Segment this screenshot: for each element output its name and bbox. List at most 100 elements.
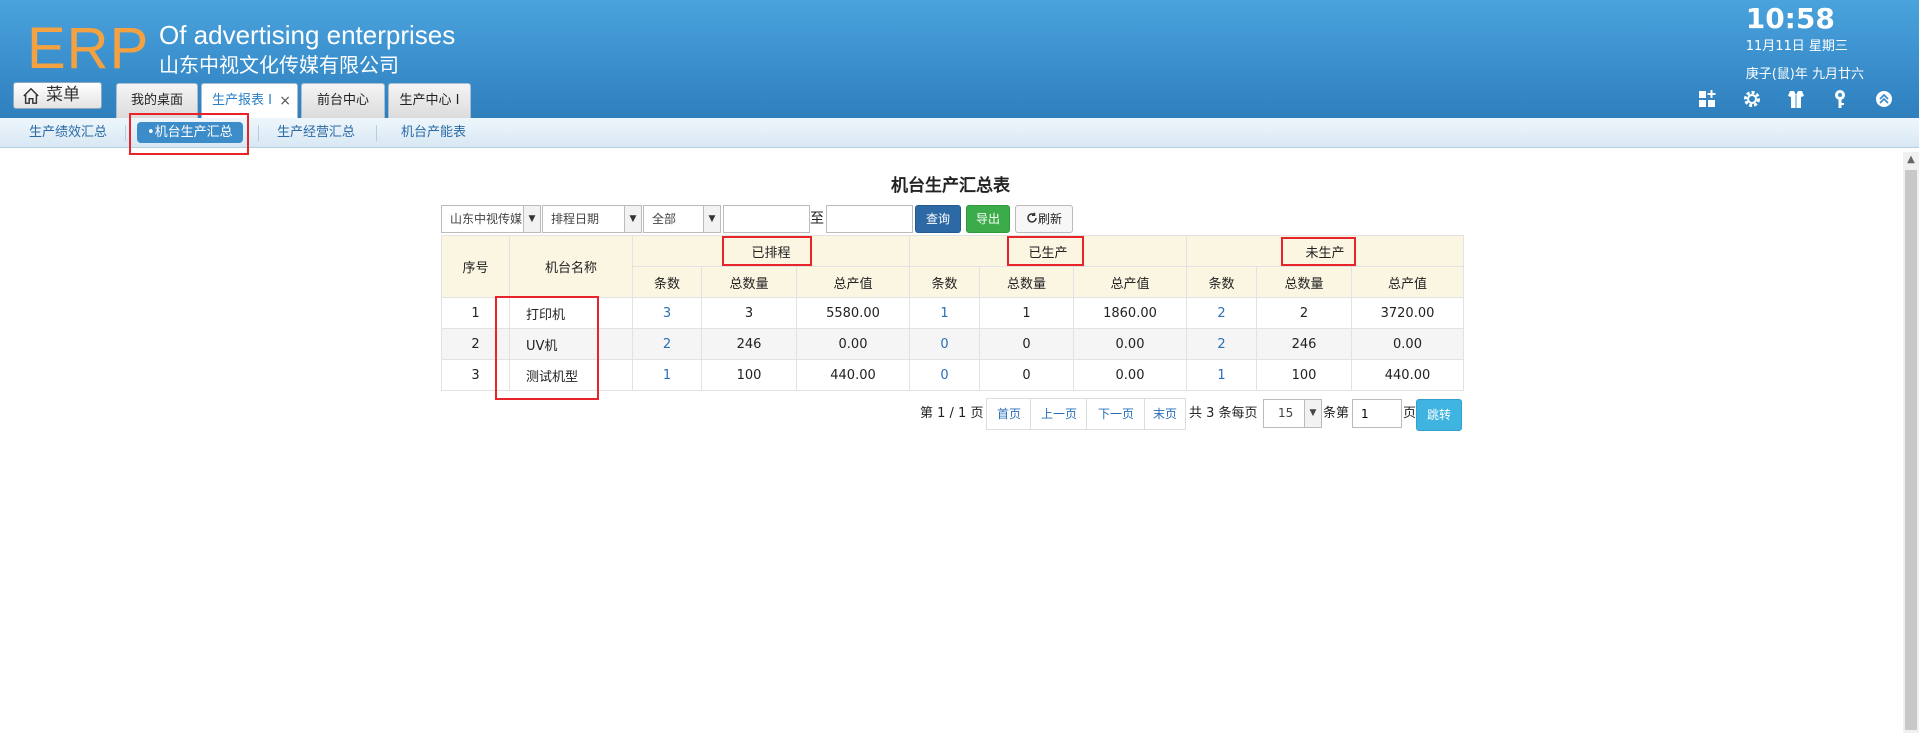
clock: 10:58 11月11日 星期三 庚子(鼠)年 九月廿六 (1746, 2, 1864, 86)
cell-scheduled-count-link[interactable]: 3 (632, 297, 702, 329)
cell-unproduced-count-link[interactable]: 1 (1186, 359, 1257, 391)
app-header: ERP Of advertising enterprises 山东中视文化传媒有… (0, 0, 1919, 118)
cell-produced-value: 1860.00 (1073, 297, 1187, 329)
clock-lunar-date: 庚子(鼠)年 九月廿六 (1745, 67, 1864, 82)
tab-label: 前台中心 (316, 93, 369, 108)
group-header-produced: 已生产 (909, 235, 1187, 267)
cell-produced-count-link[interactable]: 0 (909, 328, 980, 360)
tab-production-center[interactable]: 生产中心 I (388, 83, 471, 118)
subnav-machine-production-summary[interactable]: •机台生产汇总 (137, 122, 243, 143)
home-icon (23, 87, 39, 104)
first-page-button[interactable]: 首页 (986, 398, 1032, 430)
cell-unproduced-count-link[interactable]: 2 (1186, 328, 1257, 360)
col-header-value: 总产值 (1351, 266, 1464, 298)
cell-scheduled-value: 440.00 (796, 359, 910, 391)
cell-machine-name: 打印机 (509, 297, 633, 329)
vertical-scrollbar[interactable]: ▲ (1903, 152, 1919, 733)
company-select[interactable]: 山东中视传媒 ▼ (441, 205, 541, 233)
cell-unproduced-quantity: 100 (1256, 359, 1352, 391)
cell-produced-quantity: 0 (979, 359, 1074, 391)
date-type-select[interactable]: 排程日期 ▼ (542, 205, 642, 233)
col-header-quantity: 总数量 (1256, 266, 1352, 298)
page-size-value: 15 (1278, 406, 1294, 420)
clock-time: 10:58 (1745, 2, 1835, 35)
close-icon[interactable]: × (279, 84, 291, 118)
cell-unproduced-value: 0.00 (1351, 328, 1464, 360)
cell-produced-count-link[interactable]: 1 (909, 297, 980, 329)
key-icon[interactable] (1829, 88, 1851, 110)
chevron-down-icon: ▼ (523, 206, 540, 232)
sub-navigation: 生产绩效汇总 •机台生产汇总 生产经营汇总 机台产能表 (0, 118, 1919, 148)
tab-label: 我的桌面 (130, 93, 183, 108)
cell-unproduced-value: 3720.00 (1351, 297, 1464, 329)
table-row: 2 UV机 2 246 0.00 0 0 0.00 2 246 0.00 (441, 328, 1464, 360)
cell-scheduled-value: 0.00 (796, 328, 910, 360)
refresh-button[interactable]: 刷新 (1015, 205, 1073, 233)
date-type-value: 排程日期 (551, 212, 600, 226)
cell-produced-count-link[interactable]: 0 (909, 359, 980, 391)
divider (258, 125, 259, 141)
cell-unproduced-value: 440.00 (1351, 359, 1464, 391)
divider (125, 125, 126, 141)
end-date-input[interactable] (826, 205, 913, 233)
subnav-production-performance[interactable]: 生产绩效汇总 (19, 122, 117, 143)
page-number-input[interactable] (1352, 399, 1402, 428)
export-button[interactable]: 导出 (966, 205, 1010, 233)
erp-logo: ERP (27, 16, 150, 81)
subnav-production-operation-summary[interactable]: 生产经营汇总 (267, 122, 365, 143)
col-header-value: 总产值 (1073, 266, 1187, 298)
start-date-input[interactable] (723, 205, 810, 233)
last-page-button[interactable]: 末页 (1144, 398, 1186, 430)
cell-unproduced-quantity: 246 (1256, 328, 1352, 360)
chevron-down-icon: ▼ (624, 206, 641, 232)
status-select[interactable]: 全部 ▼ (643, 205, 721, 233)
cell-produced-quantity: 1 (979, 297, 1074, 329)
cell-scheduled-quantity: 3 (701, 297, 797, 329)
refresh-label: 刷新 (1037, 212, 1062, 226)
prev-page-button[interactable]: 上一页 (1030, 398, 1088, 430)
scroll-up-icon[interactable]: ▲ (1903, 152, 1919, 168)
company-name: 山东中视文化传媒有限公司 (159, 53, 399, 77)
total-records: 共 3 条每页 (1189, 406, 1258, 421)
chevron-down-icon: ▼ (703, 206, 720, 232)
page-label: 页 (1403, 406, 1417, 421)
group-header-scheduled: 已排程 (632, 235, 910, 267)
cell-machine-name: 测试机型 (509, 359, 633, 391)
scrollbar-thumb[interactable] (1905, 170, 1917, 730)
go-to-page-button[interactable]: 跳转 (1416, 399, 1462, 431)
shirt-icon[interactable] (1785, 88, 1807, 110)
query-button[interactable]: 查询 (915, 205, 961, 233)
table-row: 1 打印机 3 3 5580.00 1 1 1860.00 2 2 3720.0… (441, 297, 1464, 329)
col-header-count: 条数 (909, 266, 980, 298)
cell-produced-quantity: 0 (979, 328, 1074, 360)
cell-scheduled-count-link[interactable]: 1 (632, 359, 702, 391)
tab-front-center[interactable]: 前台中心 (301, 83, 385, 118)
menu-label: 菜单 (46, 85, 80, 105)
tab-production-report[interactable]: 生产报表 I × (201, 83, 298, 118)
cell-scheduled-quantity: 246 (701, 328, 797, 360)
refresh-icon (1027, 212, 1037, 223)
apps-add-icon[interactable] (1697, 88, 1719, 110)
cell-scheduled-count-link[interactable]: 2 (632, 328, 702, 360)
menu-button[interactable]: 菜单 (13, 82, 102, 109)
tab-my-desktop[interactable]: 我的桌面 (116, 83, 198, 118)
status-value: 全部 (652, 212, 677, 226)
next-page-button[interactable]: 下一页 (1086, 398, 1146, 430)
gear-icon[interactable] (1741, 88, 1763, 110)
table-row: 3 测试机型 1 100 440.00 0 0 0.00 1 100 440.0… (441, 359, 1464, 391)
machine-production-table: 序号 机台名称 已排程 已生产 未生产 条数 总数量 总产值 条数 总数量 总产… (441, 235, 1464, 391)
page-info: 第 1 / 1 页 (920, 406, 984, 421)
subnav-machine-capacity[interactable]: 机台产能表 (391, 122, 476, 143)
cell-unproduced-count-link[interactable]: 2 (1186, 297, 1257, 329)
cell-produced-value: 0.00 (1073, 328, 1187, 360)
col-header-machine: 机台名称 (509, 235, 633, 298)
chevron-down-icon: ▼ (1304, 400, 1321, 427)
cell-seq: 3 (441, 359, 510, 391)
cell-scheduled-value: 5580.00 (796, 297, 910, 329)
col-header-quantity: 总数量 (701, 266, 797, 298)
page-size-select[interactable]: 15 ▼ (1263, 399, 1322, 428)
cell-seq: 2 (441, 328, 510, 360)
col-header-count: 条数 (1186, 266, 1257, 298)
cell-machine-name: UV机 (509, 328, 633, 360)
collapse-up-icon[interactable] (1873, 88, 1895, 110)
